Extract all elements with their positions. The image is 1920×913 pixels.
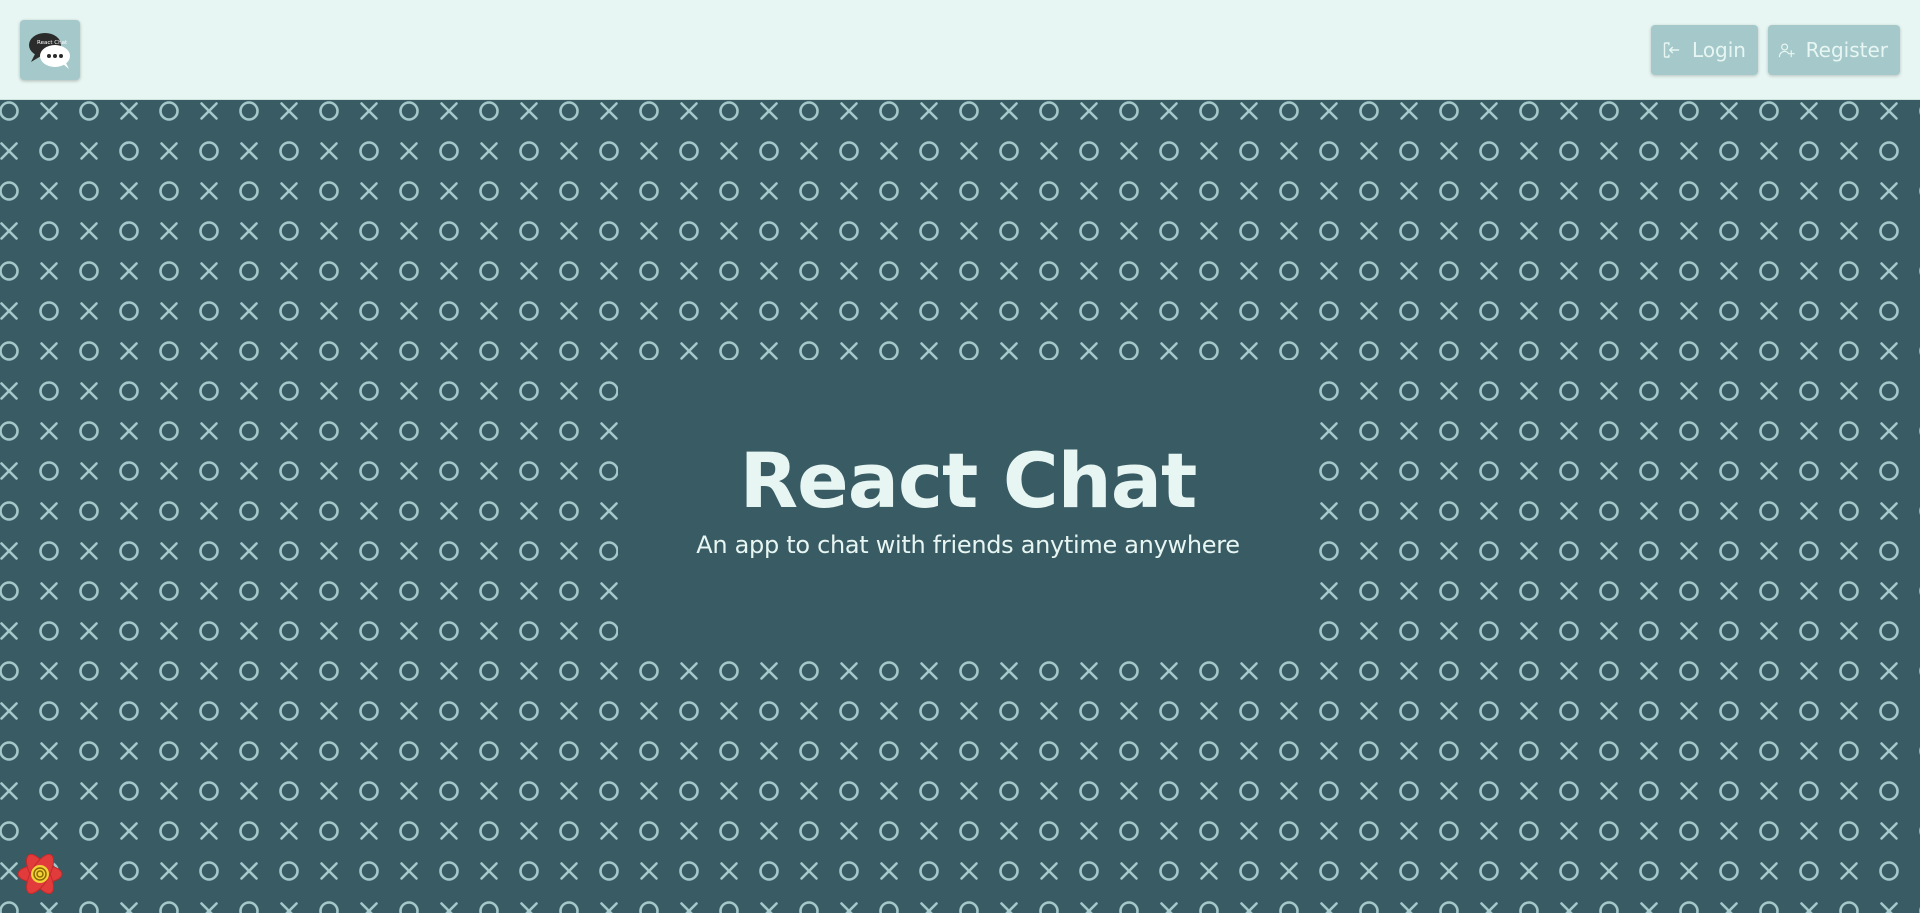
add-user-icon — [1778, 43, 1795, 58]
react-devtools-icon[interactable] — [14, 851, 66, 897]
register-button[interactable]: Register — [1768, 25, 1900, 75]
page-title: React Chat — [739, 436, 1198, 525]
logo-button[interactable]: React Chat — [20, 20, 80, 80]
login-label: Login — [1692, 38, 1746, 62]
login-button[interactable]: Login — [1651, 25, 1758, 75]
hero-panel: React Chat An app to chat with friends a… — [618, 360, 1318, 660]
login-icon — [1663, 42, 1680, 58]
chat-bubbles-logo-icon: React Chat — [29, 33, 70, 69]
page-subtitle: An app to chat with friends anytime anyw… — [696, 531, 1240, 559]
register-label: Register — [1805, 38, 1888, 62]
auth-nav: Login Register — [1651, 25, 1900, 75]
logo-text: React Chat — [37, 40, 68, 46]
top-bar: React Chat Login Register — [0, 0, 1920, 100]
app-root: React Chat Login Register React Chat An … — [0, 0, 1920, 913]
